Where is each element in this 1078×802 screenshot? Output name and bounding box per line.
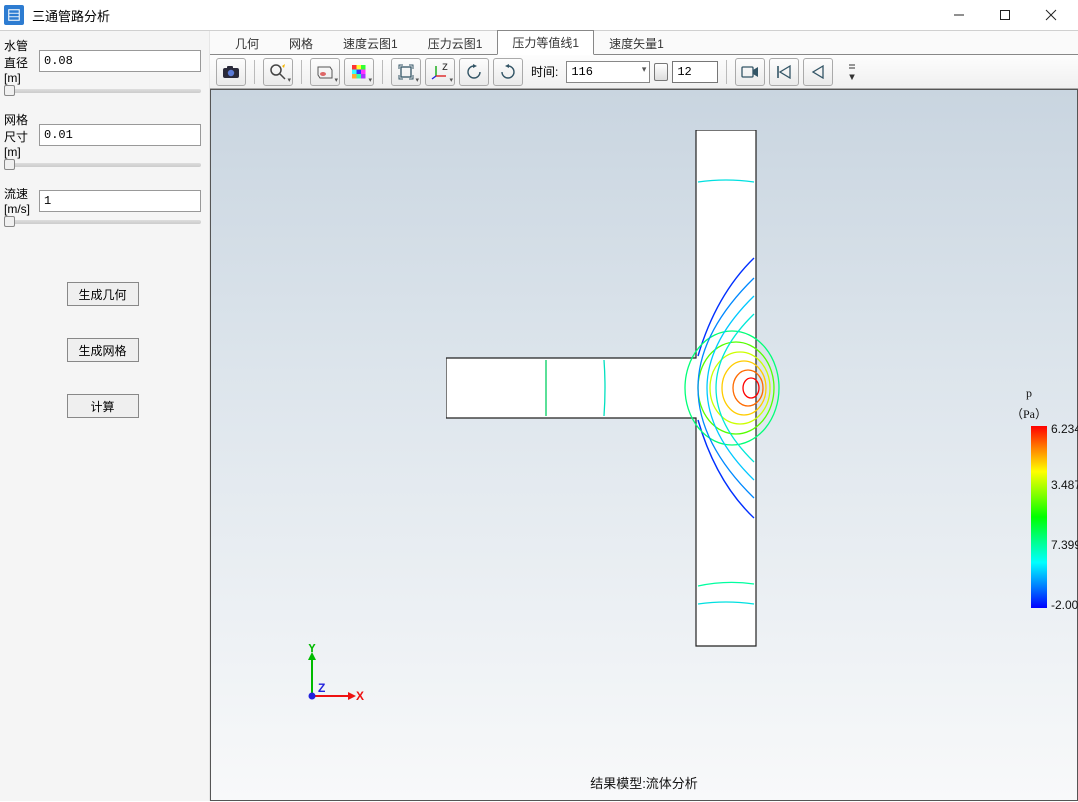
tab-pressure-isoline[interactable]: 压力等值线1	[497, 30, 594, 55]
tab-pressure-contour[interactable]: 压力云图1	[413, 31, 498, 55]
time-combo[interactable]	[566, 61, 650, 83]
generate-mesh-button[interactable]: 生成网格	[67, 338, 139, 362]
flow-velocity-label: 流速[m/s]	[4, 185, 39, 216]
toolbar-overflow[interactable]	[837, 58, 867, 86]
contour-plot	[446, 130, 1006, 690]
minimize-button[interactable]	[936, 0, 982, 30]
colormap-button[interactable]: ▾	[344, 58, 374, 86]
pipe-diameter-label: 水管直径[m]	[4, 37, 39, 85]
pipe-diameter-input[interactable]	[39, 50, 201, 72]
legend-var: p	[1011, 386, 1047, 401]
calculate-button[interactable]: 计算	[67, 394, 139, 418]
first-frame-button[interactable]	[769, 58, 799, 86]
zoom-button[interactable]: ▾	[263, 58, 293, 86]
viewport-toolbar: ▾ ▾ ▾ ▾ z▾ 时间:	[210, 55, 1078, 89]
legend-units: （Pa）	[1011, 405, 1047, 422]
axis-triad: Y X Z	[298, 644, 368, 714]
color-legend: p （Pa） 6.234e+02 3.487e+02 7.399e+01 -2.…	[1011, 386, 1047, 610]
svg-text:Y: Y	[308, 644, 316, 655]
legend-tick: -2.007e+02	[1051, 598, 1078, 612]
tab-geometry[interactable]: 几何	[220, 31, 274, 55]
svg-text:Z: Z	[318, 681, 325, 695]
tab-mesh[interactable]: 网格	[274, 31, 328, 55]
plot-caption: 结果模型:流体分析	[590, 773, 698, 792]
close-button[interactable]	[1028, 0, 1074, 30]
viewport[interactable]: Y X Z p （Pa） 6.234e+02 3.487e+02 7.399e+…	[210, 89, 1078, 801]
frame-spinner[interactable]	[672, 61, 718, 83]
generate-geometry-button[interactable]: 生成几何	[67, 282, 139, 306]
title-bar: 三通管路分析	[0, 0, 1078, 31]
flow-velocity-slider[interactable]	[4, 220, 201, 224]
axis-orientation-button[interactable]: z▾	[425, 58, 455, 86]
tab-velocity-contour[interactable]: 速度云图1	[328, 31, 413, 55]
rotate-ccw-button[interactable]	[459, 58, 489, 86]
mesh-size-slider[interactable]	[4, 163, 201, 167]
clip-button[interactable]: ▾	[310, 58, 340, 86]
legend-tick: 7.399e+01	[1051, 538, 1078, 552]
legend-tick: 3.487e+02	[1051, 478, 1078, 492]
legend-tick: 6.234e+02	[1051, 422, 1078, 436]
legend-colorbar: 6.234e+02 3.487e+02 7.399e+01 -2.007e+02	[1031, 426, 1047, 608]
time-slider-thumb[interactable]	[654, 63, 668, 81]
screenshot-button[interactable]	[216, 58, 246, 86]
time-label: 时间:	[531, 63, 558, 80]
tab-velocity-vector[interactable]: 速度矢量1	[594, 31, 679, 55]
pipe-diameter-slider[interactable]	[4, 89, 201, 93]
rotate-cw-button[interactable]	[493, 58, 523, 86]
flow-velocity-input[interactable]	[39, 190, 201, 212]
tab-bar: 几何 网格 速度云图1 压力云图1 压力等值线1 速度矢量1	[210, 31, 1078, 55]
svg-text:X: X	[356, 689, 364, 703]
mesh-size-input[interactable]	[39, 124, 201, 146]
app-icon	[4, 5, 24, 25]
mesh-size-label: 网格尺寸[m]	[4, 111, 39, 159]
fit-view-button[interactable]: ▾	[391, 58, 421, 86]
record-button[interactable]	[735, 58, 765, 86]
window-title: 三通管路分析	[32, 6, 936, 25]
prev-frame-button[interactable]	[803, 58, 833, 86]
svg-text:z: z	[442, 63, 448, 73]
sidebar: 水管直径[m] 网格尺寸[m] 流速[m/s] 生成几何 生成网格 计算	[0, 31, 210, 801]
maximize-button[interactable]	[982, 0, 1028, 30]
